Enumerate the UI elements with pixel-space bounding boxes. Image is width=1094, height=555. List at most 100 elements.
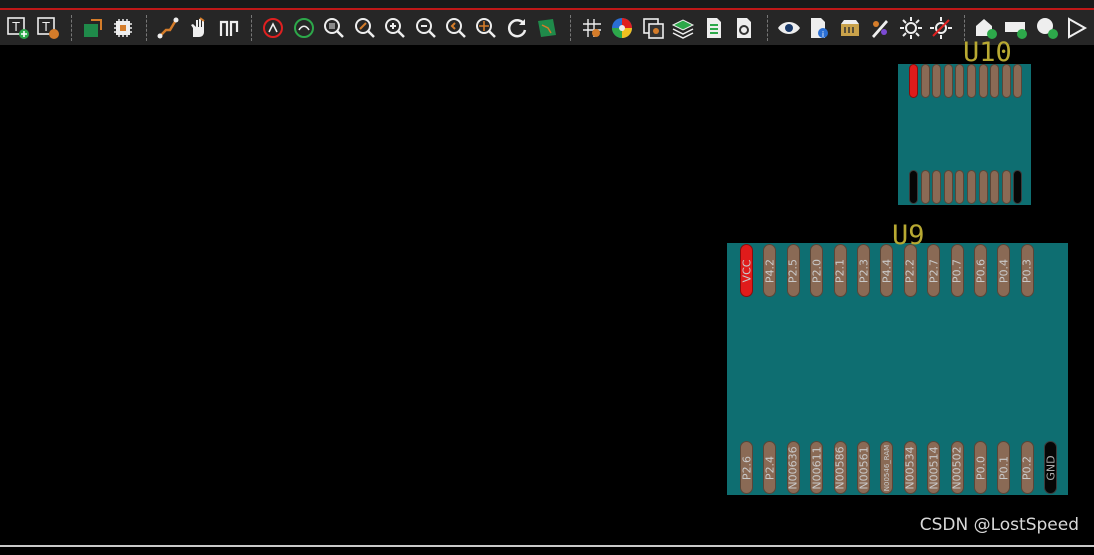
pad-label: P2.6 bbox=[740, 455, 753, 480]
pad-label: P2.4 bbox=[763, 455, 777, 480]
pad-label: P0.2 bbox=[1020, 455, 1034, 480]
u10-top-pad[interactable] bbox=[909, 64, 918, 98]
differential-pair-icon[interactable] bbox=[215, 14, 242, 42]
u10-top-pad[interactable] bbox=[1001, 64, 1011, 98]
clear-highlight-icon[interactable] bbox=[927, 14, 954, 42]
pad-p2-7[interactable]: P2.7 bbox=[927, 244, 941, 297]
pad-n00611[interactable]: N00611 bbox=[810, 441, 824, 494]
pad-p2-1[interactable]: P2.1 bbox=[833, 244, 847, 297]
pad-p0-0[interactable]: P0.0 bbox=[974, 441, 987, 494]
pcb-view-icon[interactable] bbox=[534, 14, 561, 42]
layers-icon[interactable] bbox=[670, 14, 697, 42]
3d-box-icon[interactable] bbox=[836, 14, 863, 42]
u10-bottom-pad[interactable] bbox=[978, 170, 988, 204]
pad-p0-6[interactable]: P0.6 bbox=[974, 244, 987, 297]
eye-icon[interactable] bbox=[775, 14, 802, 42]
pcb-canvas[interactable]: U10 VCC P4.2 P2.5 P2.0 P2.1 P2.3 P4.4 P2.2 P2.7 P… bbox=[0, 37, 1094, 545]
status-divider bbox=[0, 545, 1094, 547]
zoom-prev-icon[interactable] bbox=[442, 14, 469, 42]
watermark: CSDN @LostSpeed bbox=[919, 515, 1079, 535]
green-circle-icon[interactable] bbox=[290, 14, 317, 42]
toolbar-separator bbox=[251, 14, 253, 41]
u10-bottom-pad[interactable] bbox=[943, 170, 953, 204]
grid-icon[interactable] bbox=[578, 14, 605, 42]
u10-top-pad[interactable] bbox=[920, 64, 930, 98]
info-doc-icon[interactable]: i bbox=[806, 14, 833, 42]
pad-n00534[interactable]: N00534 bbox=[903, 441, 917, 494]
zoom-in-icon[interactable] bbox=[381, 14, 408, 42]
u10-top-pad[interactable] bbox=[967, 64, 976, 98]
pad-p0-2[interactable]: P0.2 bbox=[1020, 441, 1034, 494]
u10-bottom-pad[interactable] bbox=[967, 170, 976, 204]
zoom-selection-icon[interactable] bbox=[351, 14, 378, 42]
reference-u9[interactable]: U9 bbox=[892, 220, 925, 251]
u10-top-pad[interactable] bbox=[932, 64, 942, 98]
pad-p0-4[interactable]: P0.4 bbox=[997, 244, 1011, 297]
zoom-out-icon[interactable] bbox=[412, 14, 439, 42]
pad-p0-1[interactable]: P0.1 bbox=[997, 441, 1011, 494]
add-circle-icon[interactable] bbox=[1033, 14, 1060, 42]
pad-n00514[interactable]: N00514 bbox=[927, 441, 941, 494]
board-icon[interactable] bbox=[79, 14, 106, 42]
pad-p2-6[interactable]: P2.6 bbox=[740, 441, 753, 494]
route-icon[interactable] bbox=[154, 14, 181, 42]
text-edit-icon[interactable]: T bbox=[34, 14, 61, 42]
pad-n00546-ram[interactable]: N00546_RAM bbox=[880, 441, 894, 494]
settings-doc-icon[interactable] bbox=[731, 14, 758, 42]
reference-u10[interactable]: U10 bbox=[963, 37, 1012, 68]
pad-label: N00586 bbox=[833, 445, 847, 490]
pad-p2-0[interactable]: P2.0 bbox=[810, 244, 824, 297]
pad-label: P0.0 bbox=[974, 455, 987, 480]
pad-n00636[interactable]: N00636 bbox=[786, 441, 800, 494]
bom-icon[interactable] bbox=[700, 14, 727, 42]
text-add-icon[interactable]: T bbox=[4, 14, 31, 42]
u10-bottom-pad[interactable] bbox=[932, 170, 942, 204]
u10-top-pad[interactable] bbox=[1013, 64, 1023, 98]
u10-bottom-pad[interactable] bbox=[1013, 170, 1023, 204]
pad-p2-2[interactable]: P2.2 bbox=[903, 244, 917, 297]
layer-view-icon[interactable] bbox=[639, 14, 666, 42]
pad-p2-3[interactable]: P2.3 bbox=[857, 244, 870, 297]
play-icon[interactable] bbox=[1063, 14, 1090, 42]
highlight-sun-icon[interactable] bbox=[897, 14, 924, 42]
chip-icon[interactable] bbox=[109, 14, 136, 42]
footprint-u9[interactable]: VCC P4.2 P2.5 P2.0 P2.1 P2.3 P4.4 P2.2 P2.7 P0.7 P… bbox=[727, 243, 1068, 495]
u10-bottom-pad[interactable] bbox=[1001, 170, 1011, 204]
u10-bottom-pad[interactable] bbox=[990, 170, 1000, 204]
pad-label: P0.3 bbox=[1020, 258, 1034, 283]
u10-top-pad[interactable] bbox=[990, 64, 1000, 98]
color-wheel-icon[interactable] bbox=[609, 14, 636, 42]
svg-text:T: T bbox=[11, 20, 20, 34]
pad-p2-4[interactable]: P2.4 bbox=[763, 441, 777, 494]
u10-top-pad[interactable] bbox=[955, 64, 965, 98]
pad-n00586[interactable]: N00586 bbox=[833, 441, 847, 494]
pad-label: P4.4 bbox=[880, 258, 894, 283]
main-toolbar: T T i bbox=[0, 10, 1094, 45]
window-title-strip bbox=[0, 0, 1094, 10]
u10-bottom-pad[interactable] bbox=[955, 170, 965, 204]
pad-p0-3[interactable]: P0.3 bbox=[1020, 244, 1034, 297]
u10-bottom-pad[interactable] bbox=[909, 170, 918, 204]
pad-p0-7[interactable]: P0.7 bbox=[950, 244, 964, 297]
footprint-u10[interactable] bbox=[898, 64, 1031, 205]
paint-icon[interactable] bbox=[867, 14, 894, 42]
hand-icon[interactable] bbox=[184, 14, 211, 42]
pad-label: N00546_RAM bbox=[882, 444, 891, 491]
pad-label: P0.7 bbox=[950, 258, 964, 283]
pad-p4-4[interactable]: P4.4 bbox=[880, 244, 894, 297]
refresh-icon[interactable] bbox=[503, 14, 530, 42]
pad-n00561[interactable]: N00561 bbox=[857, 441, 870, 494]
pad-label: VCC bbox=[740, 259, 753, 282]
pad-label: N00636 bbox=[786, 445, 800, 490]
pad-p4-2[interactable]: P4.2 bbox=[763, 244, 777, 297]
zoom-center-icon[interactable] bbox=[473, 14, 500, 42]
u10-top-pad[interactable] bbox=[943, 64, 953, 98]
pad-p2-5[interactable]: P2.5 bbox=[786, 244, 800, 297]
u10-top-pad[interactable] bbox=[978, 64, 988, 98]
pad-vcc[interactable]: VCC bbox=[740, 244, 753, 297]
pad-n00502[interactable]: N00502 bbox=[950, 441, 964, 494]
u10-bottom-pad[interactable] bbox=[920, 170, 930, 204]
pad-gnd[interactable]: GND bbox=[1044, 441, 1058, 494]
zoom-fit-icon[interactable] bbox=[320, 14, 347, 42]
drc-icon[interactable] bbox=[259, 14, 286, 42]
